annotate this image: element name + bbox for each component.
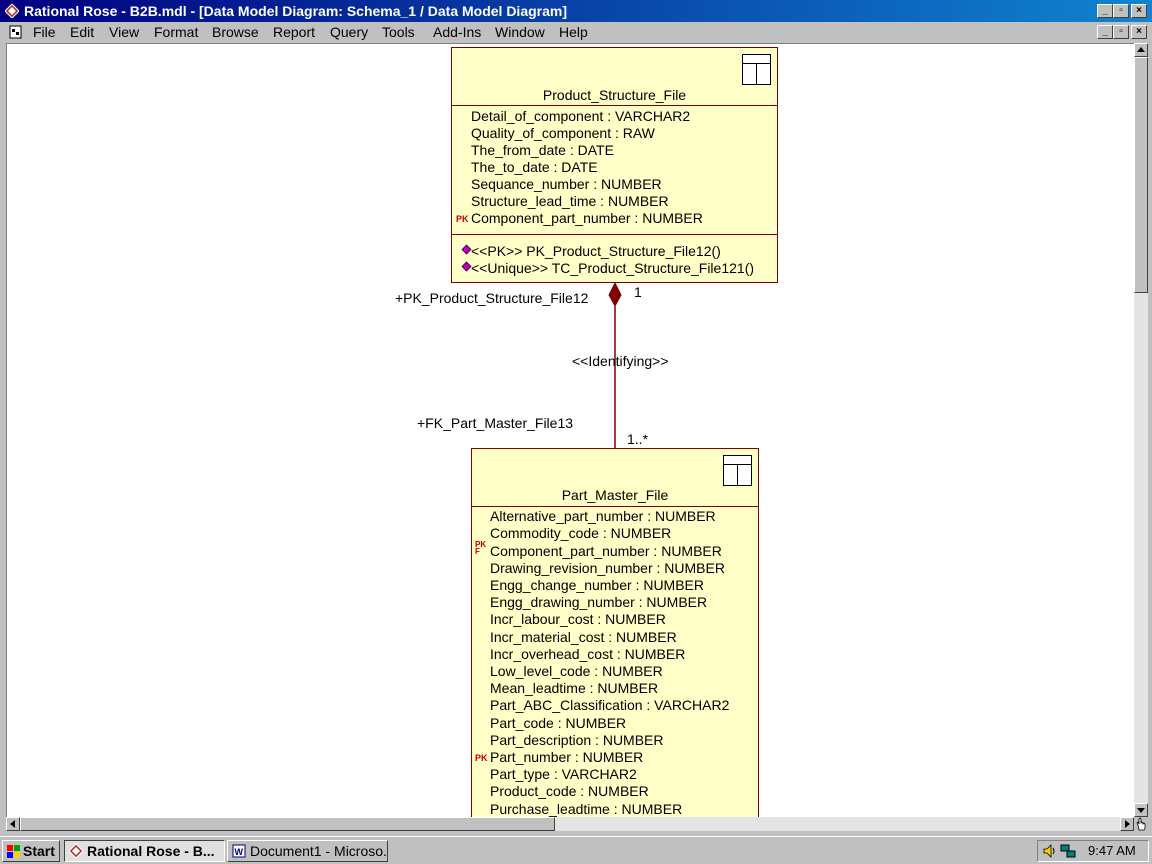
arrow-left-icon bbox=[10, 820, 15, 828]
window-title: Rational Rose - B2B.mdl - [Data Model Di… bbox=[24, 3, 568, 19]
attribute-row[interactable]: Purchase_leadtime : NUMBER bbox=[490, 801, 682, 817]
attribute-row[interactable]: Commodity_code : NUMBER bbox=[490, 525, 671, 542]
attribute-row[interactable]: The_from_date : DATE bbox=[471, 142, 614, 159]
attribute-row[interactable]: Low_level_code : NUMBER bbox=[490, 663, 663, 680]
attribute-row[interactable]: Structure_lead_time : NUMBER bbox=[471, 193, 669, 210]
taskbar: Start Rational Rose - B... W Document1 -… bbox=[0, 836, 1152, 864]
operation-row[interactable]: <<PK>> PK_Product_Structure_File12() bbox=[471, 243, 721, 260]
arrow-up-icon bbox=[1137, 47, 1145, 52]
menu-bar: File Edit View Format Browse Report Quer… bbox=[0, 22, 1152, 42]
child-multiplicity-label: 1..* bbox=[627, 431, 649, 447]
vertical-scroll-thumb[interactable] bbox=[1134, 57, 1148, 293]
maximize-button[interactable]: ▫ bbox=[1113, 4, 1129, 18]
arrow-down-icon bbox=[1137, 808, 1145, 813]
menu-file[interactable]: File bbox=[33, 22, 56, 42]
table-product-structure-file[interactable]: Product_Structure_File Detail_of_compone… bbox=[451, 47, 778, 283]
primary-key-icon: PK bbox=[475, 753, 488, 763]
clock[interactable]: 9:47 AM bbox=[1088, 841, 1136, 861]
child-role-label: +FK_Part_Master_File13 bbox=[417, 415, 574, 431]
menu-browse[interactable]: Browse bbox=[212, 22, 259, 42]
attribute-compartment: Detail_of_component : VARCHAR2 Quality_o… bbox=[452, 106, 777, 235]
menu-help[interactable]: Help bbox=[559, 22, 588, 42]
operation-icon bbox=[461, 261, 472, 272]
minimize-button[interactable]: _ bbox=[1097, 4, 1113, 18]
table-header: Part_Master_File bbox=[472, 449, 758, 507]
attribute-row[interactable]: Part_description : NUMBER bbox=[490, 732, 664, 749]
attribute-row[interactable]: Drawing_revision_number : NUMBER bbox=[490, 560, 725, 577]
menu-query[interactable]: Query bbox=[330, 22, 368, 42]
attribute-row[interactable]: Incr_overhead_cost : NUMBER bbox=[490, 646, 685, 663]
attribute-row[interactable]: Component_part_number : NUMBER bbox=[490, 543, 722, 560]
operation-icon bbox=[461, 244, 472, 255]
attribute-row[interactable]: Mean_leadtime : NUMBER bbox=[490, 680, 658, 697]
table-name: Product_Structure_File bbox=[542, 87, 687, 103]
parent-multiplicity-label: 1 bbox=[634, 284, 642, 300]
menu-window[interactable]: Window bbox=[495, 22, 545, 42]
attribute-row[interactable]: Component_part_number : NUMBER bbox=[471, 210, 703, 227]
menu-edit[interactable]: Edit bbox=[70, 22, 94, 42]
attribute-row[interactable]: Engg_change_number : NUMBER bbox=[490, 577, 704, 594]
operation-compartment: <<PK>> PK_Product_Structure_File12() <<U… bbox=[452, 235, 777, 282]
arrow-right-icon bbox=[1125, 820, 1130, 828]
horizontal-scroll-thumb[interactable] bbox=[20, 817, 555, 831]
table-part-master-file[interactable]: Part_Master_File Alternative_part_number… bbox=[471, 448, 759, 817]
menu-addins[interactable]: Add-Ins bbox=[433, 22, 481, 42]
relationship-stereotype-label: <<Identifying>> bbox=[572, 353, 669, 369]
table-name: Part_Master_File bbox=[561, 487, 669, 503]
size-grip[interactable] bbox=[1134, 817, 1148, 831]
menu-tools[interactable]: Tools bbox=[382, 22, 415, 42]
task-rational-rose[interactable]: Rational Rose - B... bbox=[64, 840, 225, 862]
menu-report[interactable]: Report bbox=[273, 22, 315, 42]
svg-text:W: W bbox=[235, 847, 244, 857]
attribute-row[interactable]: Alternative_part_number : NUMBER bbox=[490, 508, 716, 525]
hand-cursor-icon bbox=[1136, 817, 1146, 831]
attribute-row[interactable]: Part_code : NUMBER bbox=[490, 715, 626, 732]
primary-key-icon: PK bbox=[456, 214, 469, 224]
rational-rose-icon bbox=[69, 844, 83, 858]
table-icon bbox=[742, 54, 771, 85]
title-bar: Rational Rose - B2B.mdl - [Data Model Di… bbox=[0, 0, 1152, 22]
attribute-row[interactable]: Incr_material_cost : NUMBER bbox=[490, 629, 677, 646]
document-icon[interactable] bbox=[9, 25, 22, 39]
composition-diamond bbox=[608, 281, 622, 308]
attribute-row[interactable]: Quality_of_component : RAW bbox=[471, 125, 655, 142]
network-icon[interactable] bbox=[1060, 843, 1076, 859]
scroll-down-button[interactable] bbox=[1134, 803, 1148, 817]
scroll-left-button[interactable] bbox=[6, 817, 20, 831]
operation-row[interactable]: <<Unique>> TC_Product_Structure_File121(… bbox=[471, 260, 754, 277]
menu-format[interactable]: Format bbox=[154, 22, 198, 42]
speaker-icon[interactable] bbox=[1043, 843, 1057, 859]
windows-logo-icon bbox=[7, 845, 20, 858]
primary-foreign-key-icon: PK F bbox=[475, 540, 487, 556]
menu-view[interactable]: View bbox=[109, 22, 139, 42]
mdi-minimize-button[interactable]: _ bbox=[1097, 25, 1113, 39]
attribute-row[interactable]: Incr_labour_cost : NUMBER bbox=[490, 611, 666, 628]
mdi-restore-button[interactable]: ▫ bbox=[1113, 25, 1129, 39]
attribute-row[interactable]: Sequance_number : NUMBER bbox=[471, 176, 662, 193]
attribute-row[interactable]: Detail_of_component : VARCHAR2 bbox=[471, 108, 690, 125]
table-header: Product_Structure_File bbox=[452, 48, 777, 106]
attribute-row[interactable]: Part_type : VARCHAR2 bbox=[490, 766, 637, 783]
attribute-row[interactable]: Product_code : NUMBER bbox=[490, 783, 649, 800]
attribute-row[interactable]: Engg_drawing_number : NUMBER bbox=[490, 594, 707, 611]
system-tray: 9:47 AM bbox=[1037, 840, 1149, 862]
attribute-row[interactable]: Part_ABC_Classification : VARCHAR2 bbox=[490, 697, 729, 714]
task-word-document[interactable]: W Document1 - Microso... bbox=[227, 840, 388, 862]
scroll-up-button[interactable] bbox=[1134, 43, 1148, 57]
parent-role-label: +PK_Product_Structure_File12 bbox=[395, 290, 589, 306]
attribute-row[interactable]: The_to_date : DATE bbox=[471, 159, 598, 176]
horizontal-scrollbar[interactable] bbox=[6, 817, 1134, 831]
scroll-right-button[interactable] bbox=[1120, 817, 1134, 831]
start-button[interactable]: Start bbox=[2, 840, 60, 862]
rational-rose-icon bbox=[5, 4, 19, 18]
vertical-scrollbar[interactable] bbox=[1134, 43, 1148, 817]
word-document-icon: W bbox=[232, 844, 246, 858]
close-button[interactable]: × bbox=[1131, 4, 1147, 18]
mdi-close-button[interactable]: × bbox=[1131, 25, 1147, 39]
diagram-canvas[interactable]: +PK_Product_Structure_File12 1 <<Identif… bbox=[6, 43, 1134, 817]
attribute-row[interactable]: Part_number : NUMBER bbox=[490, 749, 643, 766]
table-icon bbox=[723, 455, 752, 486]
